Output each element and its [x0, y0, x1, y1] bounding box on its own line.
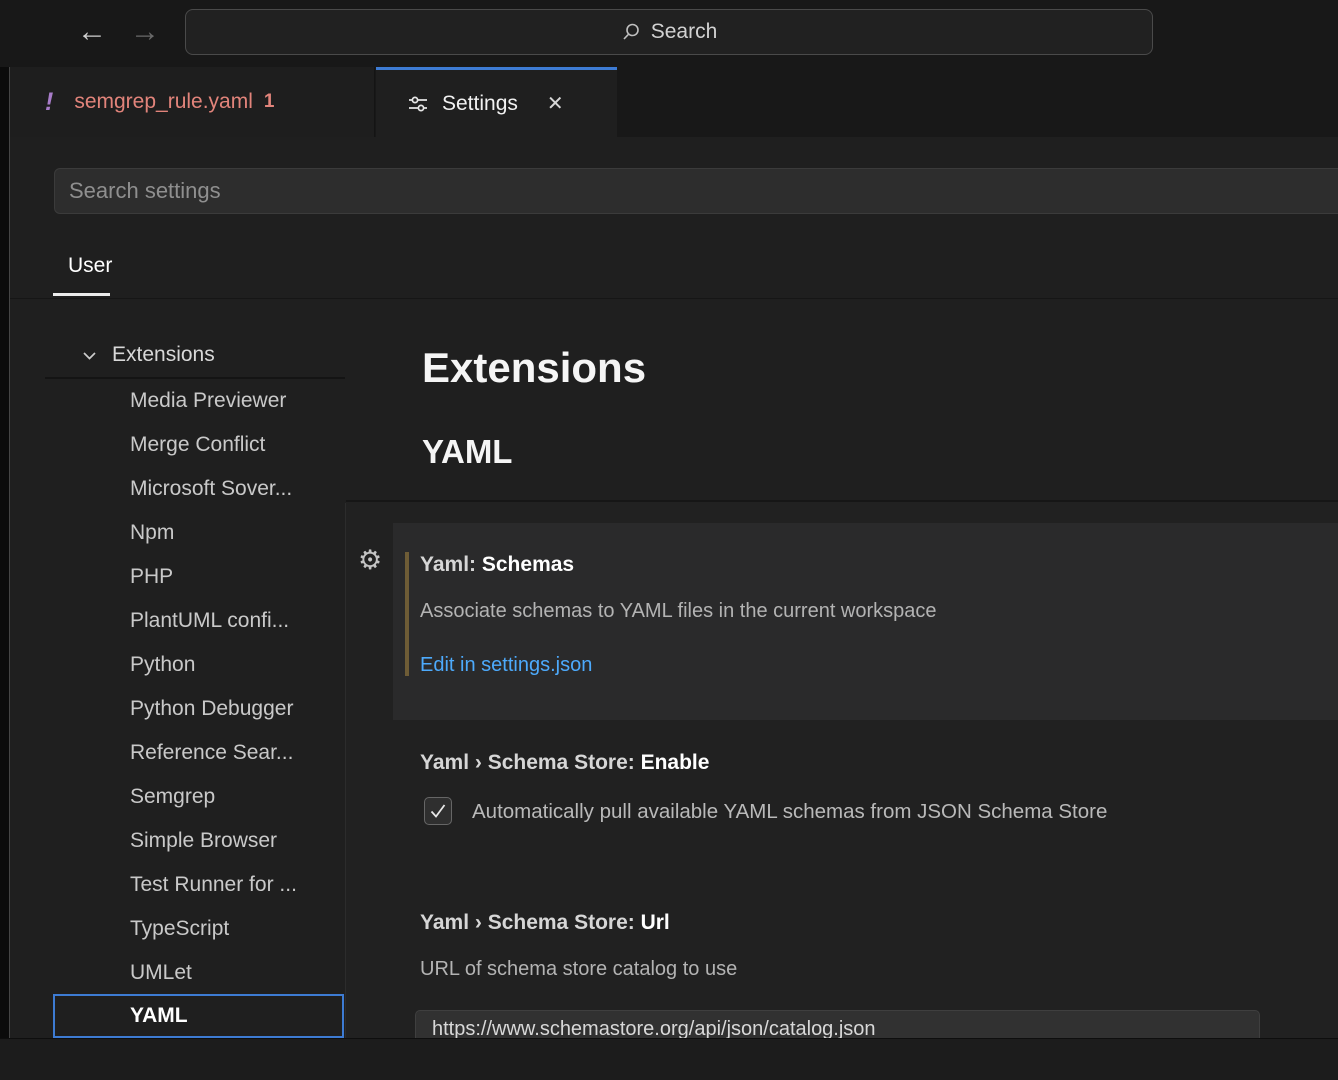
problems-badge: 1 — [264, 91, 275, 113]
toc-list: Media PreviewerMerge ConflictMicrosoft S… — [10, 379, 345, 995]
sidebar-item-media-previewer[interactable]: Media Previewer — [10, 379, 345, 423]
sidebar-item-php[interactable]: PHP — [10, 555, 345, 599]
sidebar-item-test-runner-for[interactable]: Test Runner for ... — [10, 863, 345, 907]
sidebar-item-plantuml-confi[interactable]: PlantUML confi... — [10, 599, 345, 643]
search-icon — [621, 22, 641, 42]
page-title: Extensions — [422, 344, 646, 392]
close-icon[interactable]: ✕ — [547, 91, 564, 116]
sidebar-item-microsoft-sover[interactable]: Microsoft Sover... — [10, 467, 345, 511]
sliders-icon — [406, 92, 430, 116]
setting-name: Enable — [641, 751, 710, 774]
section-title: YAML — [422, 433, 512, 471]
modified-indicator — [405, 552, 409, 676]
toc-root-label: Extensions — [112, 343, 215, 367]
sidebar-item-npm[interactable]: Npm — [10, 511, 345, 555]
tab-user-scope[interactable]: User — [68, 254, 112, 278]
scroll-shadow — [346, 500, 1338, 502]
setting-description: Associate schemas to YAML files in the c… — [420, 600, 937, 623]
user-scope-active-underline — [53, 293, 110, 296]
edit-in-settings-json-link[interactable]: Edit in settings.json — [420, 654, 592, 677]
setting-category: Yaml › Schema Store: — [420, 911, 641, 934]
setting-description: URL of schema store catalog to use — [420, 958, 737, 981]
setting-title-schema-store-enable: Yaml › Schema Store: Enable — [420, 751, 709, 775]
setting-title-schema-store-url: Yaml › Schema Store: Url — [420, 911, 670, 935]
toc-selected-label: YAML — [130, 1004, 188, 1028]
setting-name: Url — [641, 911, 670, 934]
setting-name: Schemas — [482, 553, 574, 576]
sidebar-item-simple-browser[interactable]: Simple Browser — [10, 819, 345, 863]
header-separator — [0, 298, 1338, 299]
forward-arrow-icon[interactable]: → — [130, 14, 160, 50]
title-bar: ← → Search — [0, 0, 1338, 67]
sidebar-item-python[interactable]: Python — [10, 643, 345, 687]
checkbox-label[interactable]: Automatically pull available YAML schema… — [472, 800, 1107, 824]
tab-settings[interactable]: Settings ✕ — [376, 67, 617, 137]
sidebar-item-yaml-selected[interactable]: YAML — [53, 994, 344, 1038]
bottom-panel-edge — [0, 1038, 1338, 1080]
sidebar-item-python-debugger[interactable]: Python Debugger — [10, 687, 345, 731]
url-input-value: https://www.schemastore.org/api/json/cat… — [432, 1018, 876, 1038]
sidebar-item-reference-sear[interactable]: Reference Sear... — [10, 731, 345, 775]
tab-label: Settings — [442, 92, 518, 116]
sidebar-item-umlet[interactable]: UMLet — [10, 951, 345, 995]
chevron-down-icon — [80, 346, 99, 365]
settings-search-placeholder: Search settings — [69, 178, 221, 204]
back-arrow-icon[interactable]: ← — [77, 14, 107, 50]
yaml-file-icon: ! — [45, 88, 53, 117]
tab-semgrep-rule-yaml[interactable]: ! semgrep_rule.yaml 1 — [6, 67, 375, 137]
sidebar-item-merge-conflict[interactable]: Merge Conflict — [10, 423, 345, 467]
sidebar-item-semgrep[interactable]: Semgrep — [10, 775, 345, 819]
sidebar-item-typescript[interactable]: TypeScript — [10, 907, 345, 951]
gear-icon[interactable]: ⚙ — [358, 545, 382, 576]
setting-category: Yaml: — [420, 553, 482, 576]
schema-store-enable-checkbox[interactable] — [424, 797, 452, 825]
sidebar-item-extensions[interactable]: Extensions — [53, 333, 345, 377]
tab-label: semgrep_rule.yaml — [74, 90, 253, 114]
search-placeholder: Search — [651, 20, 718, 44]
tab-strip: ! semgrep_rule.yaml 1 Settings ✕ — [0, 67, 1338, 137]
check-icon — [428, 801, 448, 821]
setting-category: Yaml › Schema Store: — [420, 751, 641, 774]
schema-store-url-input[interactable]: https://www.schemastore.org/api/json/cat… — [415, 1010, 1260, 1038]
window-left-edge — [0, 67, 10, 1038]
command-center-search[interactable]: Search — [185, 9, 1153, 55]
settings-search-input[interactable]: Search settings — [54, 168, 1338, 214]
setting-title-schemas: Yaml: Schemas — [420, 553, 574, 577]
